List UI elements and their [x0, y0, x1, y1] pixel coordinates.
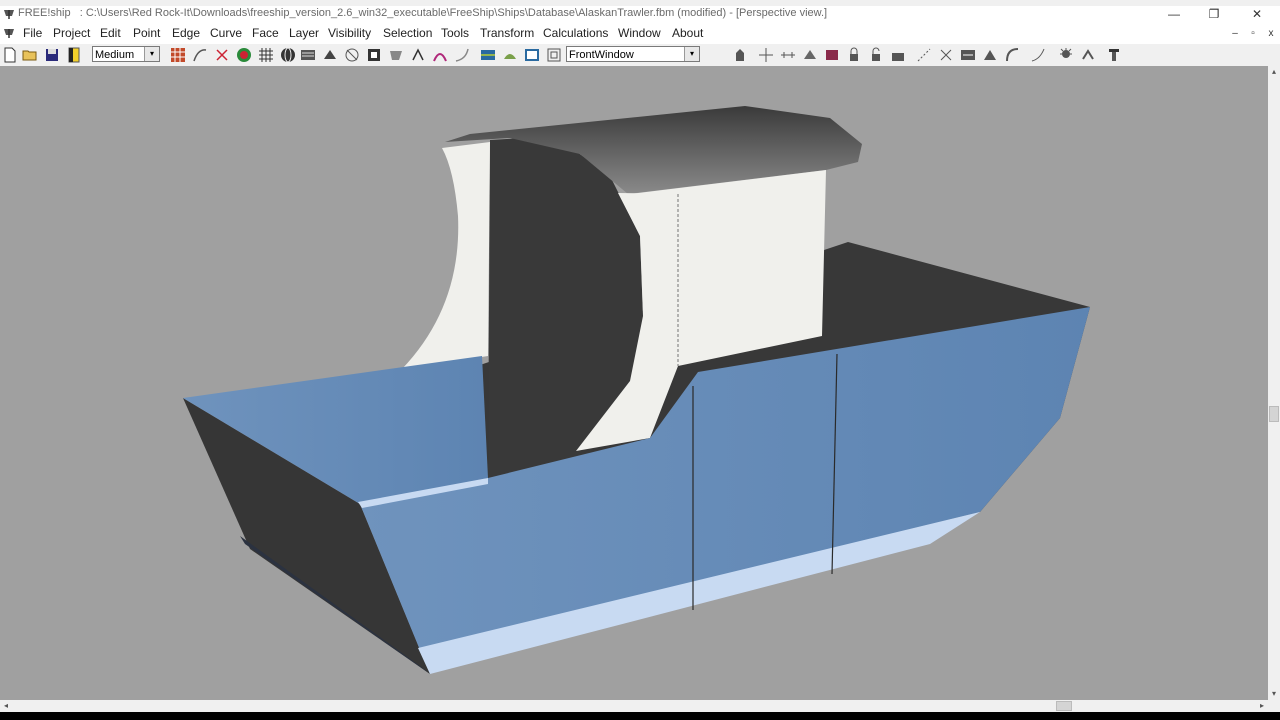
hull-model[interactable] — [183, 106, 1090, 674]
horizontal-scroll-thumb[interactable] — [1056, 701, 1072, 711]
diagonals-icon[interactable] — [344, 47, 360, 63]
split-edge-icon[interactable] — [802, 47, 818, 63]
close-button[interactable]: ✕ — [1237, 6, 1277, 24]
menu-selection[interactable]: Selection — [383, 26, 432, 40]
shade-icon[interactable] — [236, 47, 252, 63]
menu-edge[interactable]: Edge — [172, 26, 200, 40]
settings-icon[interactable] — [1080, 47, 1096, 63]
curvature-icon[interactable] — [192, 47, 208, 63]
new-file-icon[interactable] — [2, 47, 18, 63]
waterlines-icon[interactable] — [300, 47, 316, 63]
vertical-scrollbar[interactable]: ▴ ▾ — [1268, 66, 1280, 700]
menu-curve[interactable]: Curve — [210, 26, 242, 40]
precision-select[interactable]: Medium ▾ — [92, 46, 160, 62]
scroll-up-icon[interactable]: ▴ — [1268, 66, 1280, 78]
add-point-icon[interactable] — [758, 47, 774, 63]
hydrostatics-icon[interactable] — [366, 47, 382, 63]
mdi-close-button[interactable]: x — [1264, 28, 1278, 40]
app-window: FREE!ship : C:\Users\Red Rock-It\Downloa… — [0, 0, 1280, 720]
mdi-document-icon[interactable] — [2, 26, 16, 40]
perspective-viewport[interactable] — [0, 66, 1268, 700]
mdi-minimize-button[interactable]: – — [1228, 28, 1242, 40]
sphere-icon[interactable] — [280, 47, 296, 63]
layers-icon[interactable] — [524, 47, 540, 63]
title-bar: FREE!ship : C:\Users\Red Rock-It\Downloa… — [0, 6, 1280, 24]
exit-icon[interactable] — [1106, 47, 1122, 63]
menu-bar: File Project Edit Point Edge Curve Face … — [0, 24, 1280, 45]
scroll-left-icon[interactable]: ◂ — [0, 700, 12, 712]
menu-transform[interactable]: Transform — [480, 26, 534, 40]
flowlines-icon[interactable] — [388, 47, 404, 63]
interior-edges-icon[interactable] — [214, 47, 230, 63]
grid-icon[interactable] — [258, 47, 274, 63]
menu-point[interactable]: Point — [133, 26, 160, 40]
scroll-down-icon[interactable]: ▾ — [1268, 688, 1280, 700]
hull-model-render[interactable] — [0, 66, 1268, 700]
fair-curve-icon[interactable] — [454, 47, 470, 63]
horizontal-scrollbar[interactable]: ◂ ▸ — [0, 700, 1268, 712]
hand-pan-icon[interactable] — [732, 47, 748, 63]
wheelhouse-curved-panel — [402, 142, 490, 369]
restore-button[interactable]: ❐ — [1194, 6, 1234, 24]
export-icon[interactable] — [66, 47, 82, 63]
mdi-restore-button[interactable]: ▫ — [1246, 28, 1260, 40]
menu-layer[interactable]: Layer — [289, 26, 319, 40]
lock-icon[interactable] — [846, 47, 862, 63]
new-curve-icon[interactable] — [916, 47, 932, 63]
app-logo-icon — [4, 10, 14, 19]
menu-project[interactable]: Project — [53, 26, 90, 40]
menu-edit[interactable]: Edit — [100, 26, 121, 40]
curve-tool-icon[interactable] — [1030, 47, 1046, 63]
insert-edge-icon[interactable] — [780, 47, 796, 63]
open-folder-icon[interactable] — [22, 47, 38, 63]
markers-icon[interactable] — [410, 47, 426, 63]
extrude-icon[interactable] — [938, 47, 954, 63]
menu-face[interactable]: Face — [252, 26, 279, 40]
stations-icon[interactable] — [502, 47, 518, 63]
scroll-right-icon[interactable]: ▸ — [1256, 700, 1268, 712]
menu-tools[interactable]: Tools — [441, 26, 469, 40]
menu-about[interactable]: About — [672, 26, 703, 40]
window-title: FREE!ship : C:\Users\Red Rock-It\Downloa… — [18, 7, 828, 19]
chevron-down-icon: ▾ — [684, 47, 699, 61]
curvature-plot-icon[interactable] — [432, 47, 448, 63]
intersections-icon[interactable] — [480, 47, 496, 63]
vertical-scroll-thumb[interactable] — [1269, 406, 1279, 422]
chevron-down-icon: ▾ — [144, 47, 159, 61]
rotate-icon[interactable] — [982, 47, 998, 63]
view-select-value: FrontWindow — [569, 49, 634, 61]
lightbulb-icon[interactable] — [1058, 47, 1074, 63]
menu-visibility[interactable]: Visibility — [328, 26, 371, 40]
bottom-border — [0, 712, 1280, 720]
unlock-all-icon[interactable] — [890, 47, 906, 63]
mirror-icon[interactable] — [1004, 47, 1020, 63]
menu-window[interactable]: Window — [618, 26, 661, 40]
buttocks-icon[interactable] — [322, 47, 338, 63]
save-icon[interactable] — [44, 47, 60, 63]
control-net-icon[interactable] — [170, 47, 186, 63]
new-face-icon[interactable] — [824, 47, 840, 63]
precision-select-value: Medium — [95, 49, 135, 61]
collapse-icon[interactable] — [960, 47, 976, 63]
minimize-button[interactable]: — — [1154, 6, 1194, 24]
view-select[interactable]: FrontWindow ▾ — [566, 46, 700, 62]
menu-calculations[interactable]: Calculations — [543, 26, 608, 40]
toolbar: Medium ▾ FrontWindow ▾ — [0, 44, 1280, 67]
unlock-icon[interactable] — [868, 47, 884, 63]
select-all-icon[interactable] — [546, 47, 562, 63]
menu-file[interactable]: File — [23, 26, 42, 40]
